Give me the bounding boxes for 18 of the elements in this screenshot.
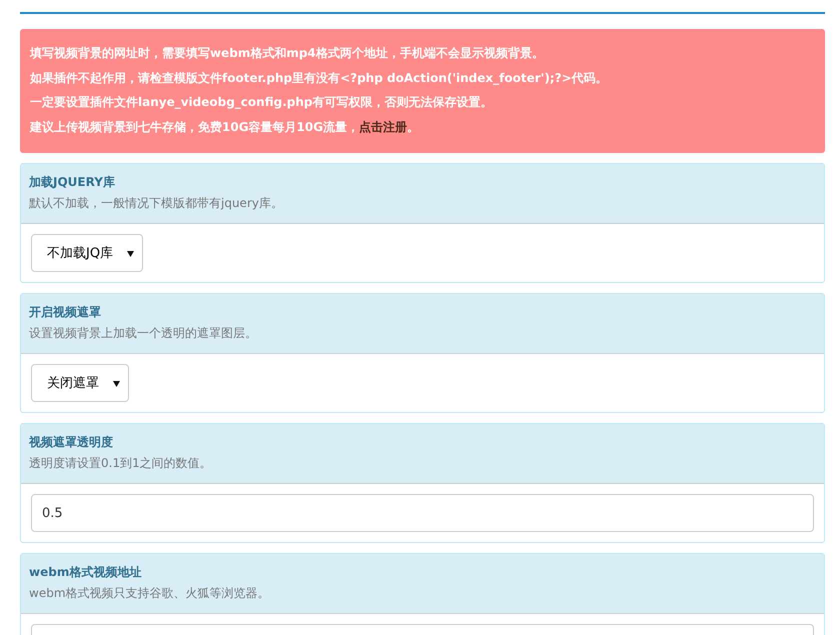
caret-icon [127,250,134,256]
register-link[interactable]: 点击注册 [359,120,408,134]
caret-icon [113,380,120,386]
alert-text: 填写视频背景的网址时，需要填写webm格式和mp4格式两个地址，手机端不会显示视频背景。 [30,45,545,62]
panel-hint: 设置视频背景上加载一个透明的遮罩图层。 [29,325,258,342]
panel-title: 开启视频遮罩 [29,304,102,321]
alert-text: 一定要设置插件文件lanye_videobg_config.php有可写权限，否则无法保存设置。 [30,94,494,111]
dropdown[interactable]: 关闭遮罩 [31,364,129,402]
panel-title: 加载JQUERY库 [29,174,116,191]
dropdown[interactable]: 不加载JQ库 [31,234,144,272]
panel-hint: 默认不加载，一般情况下模版都带有jquery库。 [29,195,284,212]
panel-hint: webm格式视频只支持谷歌、火狐等浏览器。 [29,585,271,602]
panel-title: 视频遮罩透明度 [29,434,114,451]
alert-text: 如果插件不起作用，请检查模版文件footer.php里有没有<?php doAction('index_footer');?>代码。 [30,70,609,87]
panel-hint: 透明度请设置0.1到1之间的数值。 [29,455,213,472]
alert-text: 建议上传视频背景到七牛存储，免费10G容量每月10G流量，点击注册。 [30,118,420,136]
input-field[interactable]: 0.5 [31,494,814,532]
panel-title: webm格式视频地址 [29,564,142,581]
